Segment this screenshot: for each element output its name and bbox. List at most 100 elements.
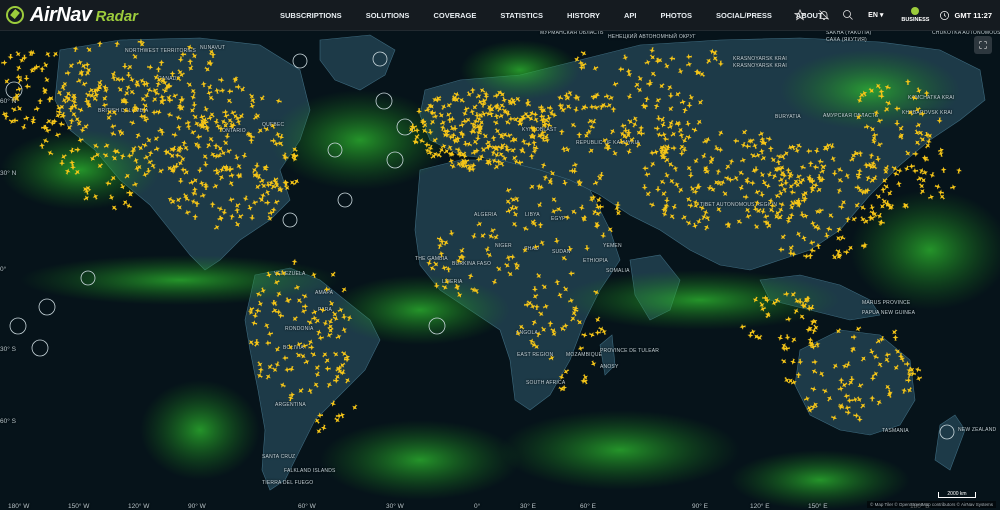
- aircraft-icon[interactable]: [225, 97, 233, 105]
- aircraft-icon[interactable]: [433, 282, 440, 290]
- aircraft-icon[interactable]: [845, 409, 852, 416]
- aircraft-icon[interactable]: [843, 172, 851, 180]
- aircraft-icon[interactable]: [548, 169, 556, 177]
- aircraft-icon[interactable]: [531, 139, 538, 146]
- aircraft-icon[interactable]: [611, 149, 619, 157]
- aircraft-icon[interactable]: [880, 176, 888, 184]
- aircraft-icon[interactable]: [325, 331, 333, 339]
- aircraft-icon[interactable]: [64, 70, 72, 77]
- aircraft-icon[interactable]: [558, 128, 566, 135]
- aircraft-icon[interactable]: [606, 225, 614, 233]
- aircraft-icon[interactable]: [306, 318, 314, 326]
- aircraft-icon[interactable]: [792, 307, 800, 315]
- aircraft-icon[interactable]: [790, 336, 798, 344]
- aircraft-icon[interactable]: [685, 164, 693, 172]
- aircraft-icon[interactable]: [177, 178, 184, 184]
- aircraft-icon[interactable]: [918, 135, 926, 143]
- aircraft-icon[interactable]: [905, 386, 913, 394]
- aircraft-icon[interactable]: [264, 188, 272, 196]
- aircraft-icon[interactable]: [15, 64, 23, 72]
- aircraft-icon[interactable]: [568, 270, 575, 277]
- aircraft-icon[interactable]: [807, 160, 814, 167]
- nav-api[interactable]: API: [624, 11, 637, 20]
- aircraft-icon[interactable]: [876, 141, 884, 149]
- aircraft-icon[interactable]: [576, 131, 583, 138]
- aircraft-icon[interactable]: [54, 131, 62, 139]
- aircraft-icon[interactable]: [250, 319, 258, 326]
- aircraft-icon[interactable]: [264, 372, 272, 380]
- aircraft-icon[interactable]: [680, 213, 688, 221]
- aircraft-icon[interactable]: [601, 136, 609, 144]
- aircraft-icon[interactable]: [795, 371, 802, 378]
- aircraft-icon[interactable]: [72, 45, 79, 53]
- aircraft-icon[interactable]: [799, 163, 807, 171]
- aircraft-icon[interactable]: [311, 308, 319, 316]
- aircraft-icon[interactable]: [506, 270, 514, 278]
- aircraft-icon[interactable]: [700, 152, 708, 160]
- aircraft-icon[interactable]: [817, 370, 825, 378]
- aircraft-icon[interactable]: [116, 85, 124, 93]
- aircraft-icon[interactable]: [485, 251, 493, 259]
- aircraft-icon[interactable]: [151, 95, 159, 103]
- aircraft-icon[interactable]: [914, 121, 922, 129]
- aircraft-icon[interactable]: [431, 136, 439, 144]
- aircraft-icon[interactable]: [282, 355, 289, 361]
- aircraft-icon[interactable]: [528, 153, 535, 160]
- aircraft-icon[interactable]: [15, 104, 23, 112]
- nav-statistics[interactable]: STATISTICS: [500, 11, 543, 20]
- aircraft-icon[interactable]: [806, 305, 813, 312]
- aircraft-icon[interactable]: [441, 283, 449, 291]
- aircraft-icon[interactable]: [540, 283, 548, 291]
- aircraft-icon[interactable]: [885, 99, 893, 107]
- aircraft-icon[interactable]: [213, 142, 219, 149]
- aircraft-icon[interactable]: [744, 143, 751, 150]
- nav-solutions[interactable]: SOLUTIONS: [366, 11, 410, 20]
- aircraft-icon[interactable]: [588, 123, 596, 131]
- aircraft-icon[interactable]: [917, 182, 925, 190]
- aircraft-icon[interactable]: [687, 94, 695, 102]
- aircraft-icon[interactable]: [886, 189, 894, 197]
- aircraft-icon[interactable]: [642, 165, 649, 172]
- aircraft-icon[interactable]: [73, 168, 81, 176]
- aircraft-icon[interactable]: [592, 179, 600, 187]
- aircraft-icon[interactable]: [653, 102, 660, 110]
- aircraft-icon[interactable]: [577, 345, 584, 352]
- aircraft-icon[interactable]: [778, 201, 786, 209]
- aircraft-icon[interactable]: [131, 52, 139, 60]
- aircraft-icon[interactable]: [346, 314, 354, 322]
- aircraft-icon[interactable]: [271, 306, 279, 314]
- aircraft-icon[interactable]: [649, 70, 657, 78]
- aircraft-icon[interactable]: [915, 87, 923, 95]
- aircraft-icon[interactable]: [492, 119, 500, 127]
- aircraft-icon[interactable]: [535, 330, 542, 338]
- aircraft-icon[interactable]: [654, 125, 661, 132]
- aircraft-icon[interactable]: [327, 299, 335, 307]
- aircraft-icon[interactable]: [703, 223, 711, 231]
- aircraft-icon[interactable]: [896, 167, 903, 174]
- aircraft-icon[interactable]: [126, 152, 133, 159]
- aircraft-icon[interactable]: [158, 59, 165, 66]
- aircraft-icon[interactable]: [185, 80, 193, 88]
- aircraft-icon[interactable]: [279, 269, 287, 277]
- aircraft-icon[interactable]: [821, 387, 829, 395]
- aircraft-icon[interactable]: [853, 201, 861, 209]
- aircraft-icon[interactable]: [658, 178, 666, 186]
- aircraft-icon[interactable]: [257, 196, 265, 204]
- aircraft-icon[interactable]: [878, 88, 885, 95]
- aircraft-icon[interactable]: [272, 198, 280, 206]
- aircraft-icon[interactable]: [37, 98, 44, 104]
- aircraft-icon[interactable]: [323, 286, 330, 293]
- aircraft-icon[interactable]: [333, 373, 341, 381]
- aircraft-icon[interactable]: [572, 161, 580, 169]
- aircraft-icon[interactable]: [938, 193, 946, 201]
- aircraft-icon[interactable]: [556, 291, 564, 299]
- aircraft-icon[interactable]: [869, 395, 876, 402]
- aircraft-icon[interactable]: [644, 171, 651, 178]
- aircraft-icon[interactable]: [641, 103, 649, 111]
- aircraft-icon[interactable]: [875, 398, 883, 406]
- aircraft-icon[interactable]: [769, 156, 777, 164]
- aircraft-icon[interactable]: [425, 259, 433, 266]
- aircraft-icon[interactable]: [783, 291, 790, 298]
- aircraft-icon[interactable]: [659, 121, 667, 129]
- aircraft-icon[interactable]: [470, 232, 478, 240]
